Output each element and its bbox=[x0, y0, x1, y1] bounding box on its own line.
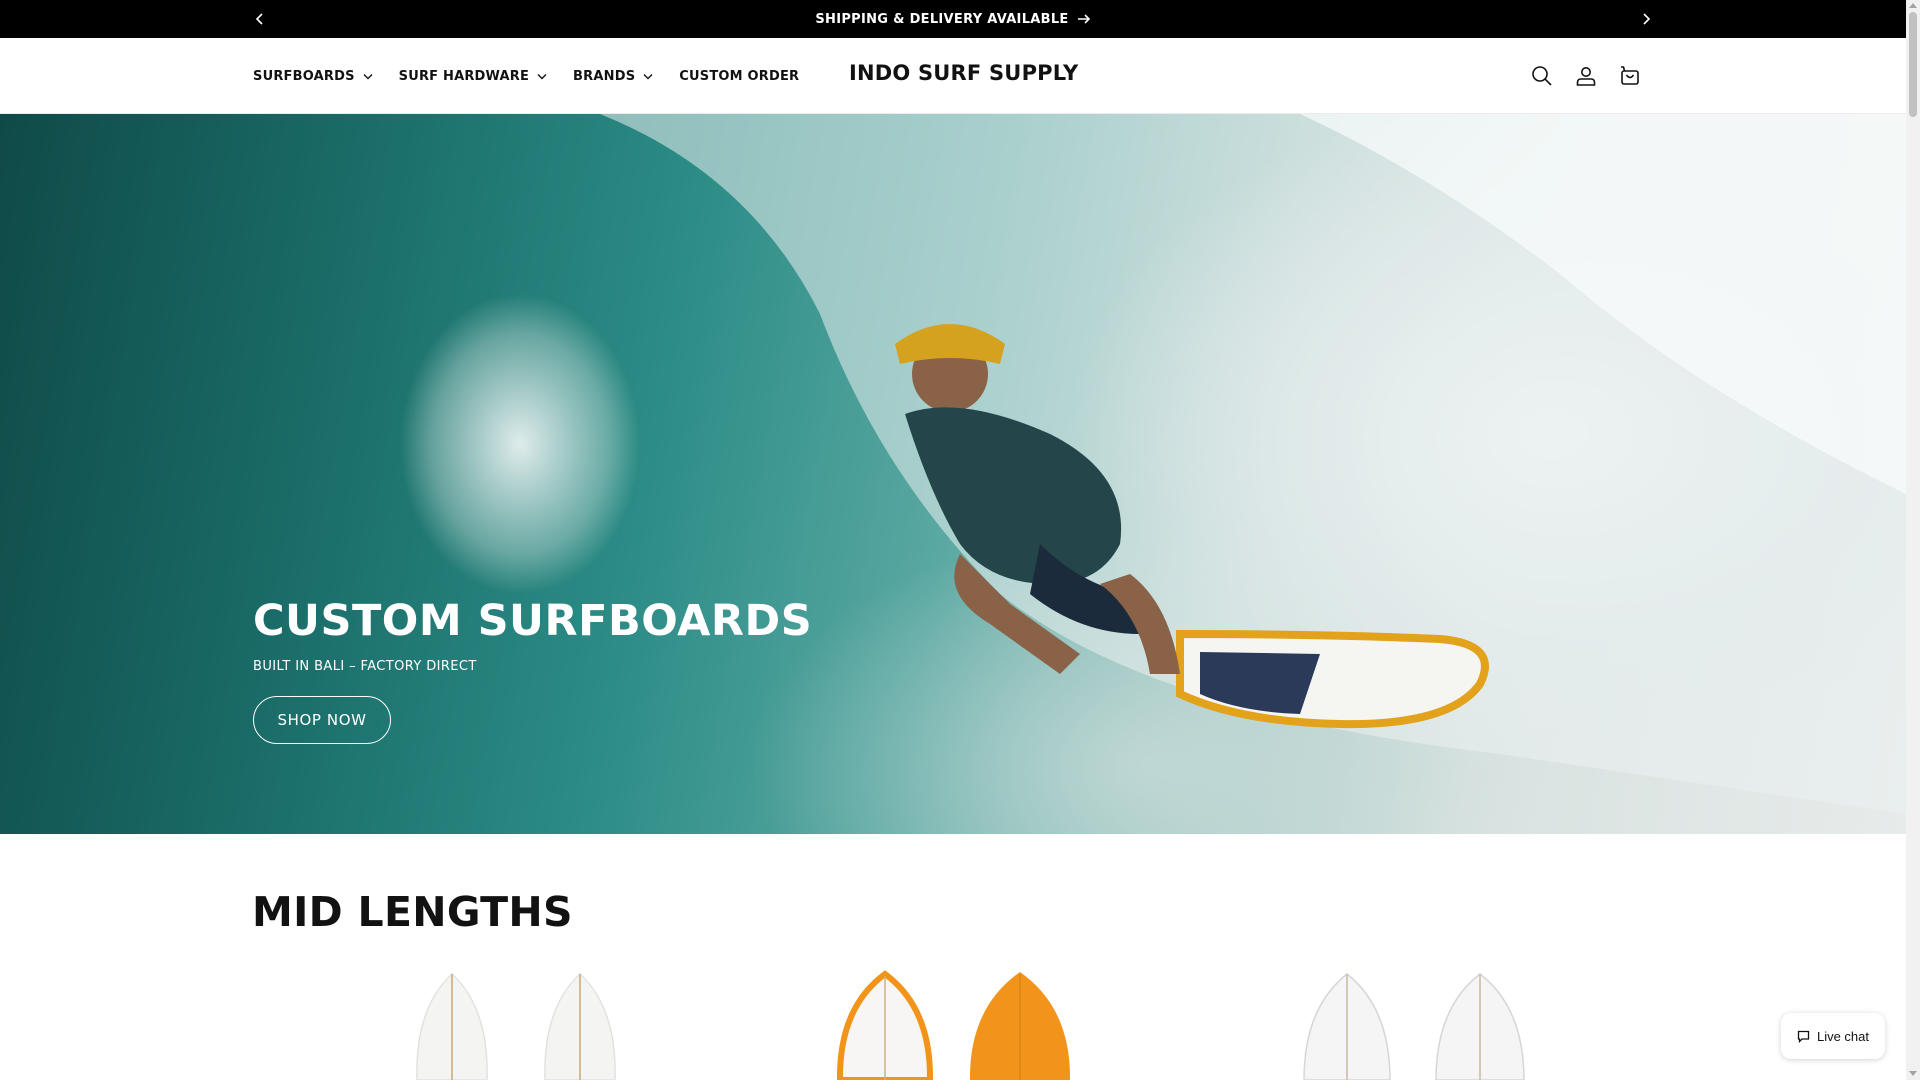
chevron-down-icon bbox=[537, 73, 547, 79]
shop-now-button[interactable]: SHOP NOW bbox=[253, 696, 391, 744]
chevron-down-icon bbox=[363, 73, 373, 79]
chevron-left-icon bbox=[255, 13, 263, 25]
nav-item-surf-hardware[interactable]: SURF HARDWARE bbox=[399, 69, 547, 84]
announcement-next-button[interactable] bbox=[1627, 0, 1665, 38]
main-nav: SURFBOARDS SURF HARDWARE BRANDS CUSTOM O… bbox=[253, 38, 799, 114]
search-button[interactable] bbox=[1522, 56, 1562, 96]
live-chat-label: Live chat bbox=[1816, 1028, 1870, 1044]
hero-banner: CUSTOM SURFBOARDS BUILT IN BALI – FACTOR… bbox=[0, 114, 1906, 834]
nav-item-label: BRANDS bbox=[573, 68, 636, 84]
nav-item-label: CUSTOM ORDER bbox=[679, 68, 800, 84]
cart-button[interactable] bbox=[1610, 56, 1650, 96]
product-card[interactable] bbox=[357, 968, 717, 1080]
surfboard-image bbox=[1303, 973, 1525, 1080]
scrollbar-thumb[interactable] bbox=[1909, 12, 1917, 117]
account-button[interactable] bbox=[1566, 56, 1606, 96]
nav-item-label: SURFBOARDS bbox=[253, 68, 355, 84]
search-icon bbox=[1532, 66, 1552, 86]
announcement-text: SHIPPING & DELIVERY AVAILABLE bbox=[815, 11, 1069, 27]
page-scrollbar[interactable] bbox=[1906, 0, 1920, 1080]
surfboard-image bbox=[416, 972, 616, 1080]
product-card[interactable] bbox=[1290, 968, 1650, 1080]
nav-item-brands[interactable]: BRANDS bbox=[573, 69, 653, 84]
announcement-link[interactable]: SHIPPING & DELIVERY AVAILABLE bbox=[815, 12, 1090, 27]
live-chat-button[interactable]: Live chat bbox=[1781, 1013, 1885, 1059]
chevron-down-icon bbox=[643, 73, 653, 79]
chevron-right-icon bbox=[1643, 13, 1651, 25]
cart-icon bbox=[1621, 66, 1639, 85]
product-card[interactable] bbox=[825, 968, 1185, 1080]
arrow-right-icon bbox=[1077, 14, 1090, 24]
site-logo[interactable]: INDO SURF SUPPLY bbox=[849, 61, 1078, 85]
announcement-bar: SHIPPING & DELIVERY AVAILABLE bbox=[0, 0, 1906, 38]
hero-title: CUSTOM SURFBOARDS bbox=[253, 596, 813, 646]
chat-bubble-icon bbox=[1797, 1030, 1810, 1043]
site-header: SURFBOARDS SURF HARDWARE BRANDS CUSTOM O… bbox=[0, 38, 1906, 114]
scroll-up-arrow[interactable] bbox=[1909, 1, 1917, 9]
surfboard-image bbox=[836, 970, 1071, 1080]
account-icon bbox=[1576, 67, 1596, 86]
announcement-prev-button[interactable] bbox=[241, 0, 279, 38]
nav-item-surfboards[interactable]: SURFBOARDS bbox=[253, 69, 373, 84]
header-icons bbox=[1522, 56, 1650, 96]
product-grid bbox=[0, 968, 1906, 1080]
section-title: MID LENGTHS bbox=[252, 888, 573, 936]
scroll-down-arrow[interactable] bbox=[1909, 1070, 1917, 1078]
hero-subtitle: BUILT IN BALI – FACTORY DIRECT bbox=[253, 659, 477, 674]
nav-item-custom-order[interactable]: CUSTOM ORDER bbox=[679, 69, 799, 84]
nav-item-label: SURF HARDWARE bbox=[398, 68, 530, 84]
